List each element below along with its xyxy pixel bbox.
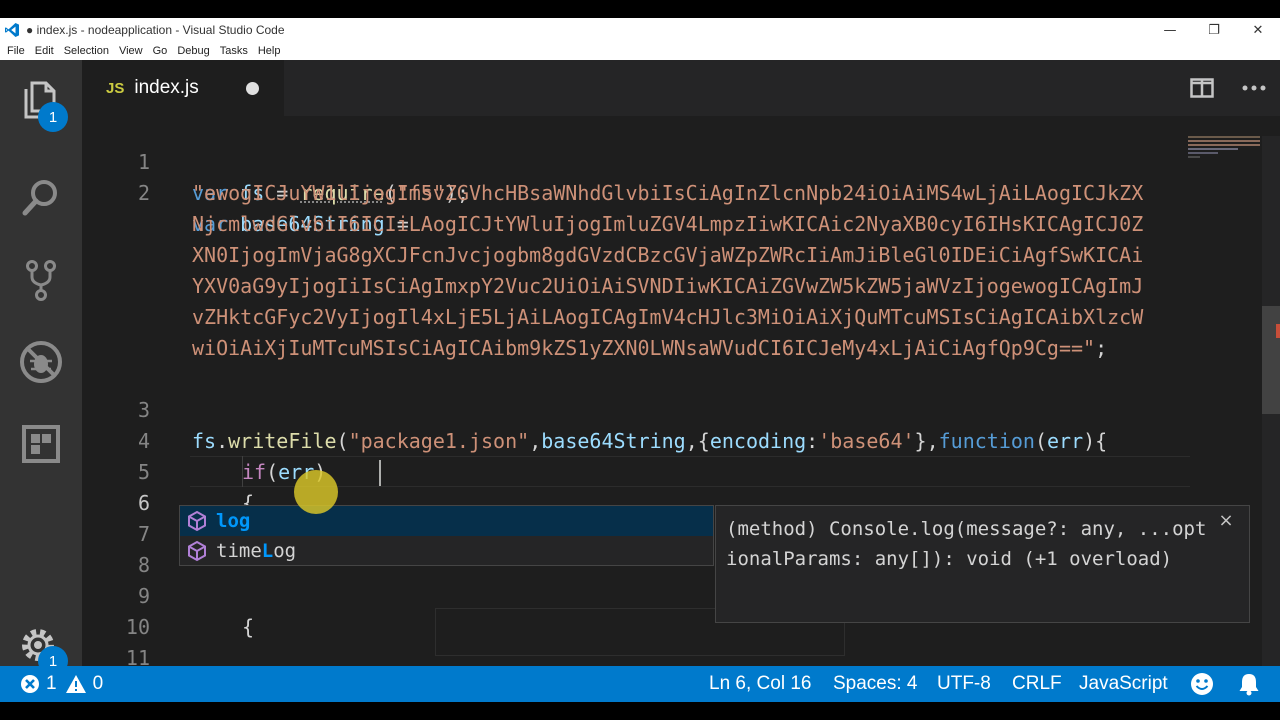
code-line-6: 6 console.l: [137, 491, 375, 546]
code-line-2: 2 var base64String =: [137, 181, 409, 236]
title-bar: ● index.js - nodeapplication - Visual St…: [0, 18, 1280, 42]
close-window-button[interactable]: ✕: [1236, 18, 1280, 42]
menu-file[interactable]: File: [2, 45, 30, 57]
error-marker: [1276, 324, 1280, 338]
suggestion-list[interactable]: log timeLog: [179, 505, 714, 566]
language-mode[interactable]: JavaScript: [1079, 666, 1168, 702]
menu-view[interactable]: View: [114, 45, 148, 57]
scrollbar-thumb[interactable]: [1262, 306, 1280, 414]
restore-button[interactable]: ❐: [1192, 18, 1236, 42]
search-icon: [22, 180, 57, 216]
warning-count: 0: [92, 673, 104, 694]
tab-label: index.js: [134, 77, 199, 98]
activity-search[interactable]: [0, 158, 82, 238]
bell-icon: [1239, 674, 1259, 696]
menu-go[interactable]: Go: [148, 45, 173, 57]
code-line-2-wrap: "ewogICJuYW1lIjogIm5vZGVhcHBsaWNhdGlvbiI…: [192, 181, 1144, 205]
unsaved-dot-icon[interactable]: [246, 82, 259, 95]
split-editor-button[interactable]: [1188, 74, 1216, 102]
menu-debug[interactable]: Debug: [172, 45, 214, 57]
status-bar: 1 0 Ln 6, Col 16 Spaces: 4 UTF-8 CRLF Ja…: [0, 666, 1280, 702]
activity-explorer[interactable]: 1: [0, 60, 82, 140]
notifications-button[interactable]: [1238, 666, 1260, 702]
menu-tasks[interactable]: Tasks: [215, 45, 253, 57]
cursor-position[interactable]: Ln 6, Col 16: [709, 666, 811, 702]
activity-extensions[interactable]: [0, 404, 82, 484]
activity-source-control[interactable]: [0, 240, 82, 320]
indentation[interactable]: Spaces: 4: [833, 666, 918, 702]
source-control-icon: [26, 260, 56, 301]
line-ending[interactable]: CRLF: [1012, 666, 1062, 702]
menu-selection[interactable]: Selection: [59, 45, 114, 57]
method-cube-icon: [188, 540, 206, 562]
tab-strip: JS index.js: [82, 60, 1280, 116]
minimize-button[interactable]: —: [1148, 18, 1192, 42]
ellipsis-icon: [1242, 85, 1266, 91]
window-title: ● index.js - nodeapplication - Visual St…: [26, 23, 285, 37]
code-line-2-wrap: YXV0aG9yIjogIiIsCiAgImxpY2Vuc2UiOiAiSVND…: [192, 274, 1144, 298]
js-file-icon: JS: [106, 79, 125, 97]
method-cube-icon: [188, 510, 206, 532]
warning-icon: [65, 675, 86, 693]
menu-help[interactable]: Help: [253, 45, 286, 57]
code-line-2-wrap: vZHktcGFyc2VyIjogIl4xLjE5LjAiLAogICAgImV…: [192, 305, 1144, 329]
code-line-2-wrap: NjcmlwdGlvbiI6ICIiLAogICJtYWluIjogImluZG…: [192, 212, 1144, 236]
activity-debug[interactable]: [0, 322, 82, 402]
code-line-1: 1 var fs = require("fs");: [137, 150, 469, 205]
extensions-icon: [22, 425, 60, 463]
tab-index-js[interactable]: JS index.js: [82, 60, 284, 116]
feedback-button[interactable]: [1190, 666, 1214, 702]
code-line-4: 4 if(err): [137, 429, 326, 484]
text-cursor: [379, 460, 381, 486]
close-details-icon[interactable]: ×: [1216, 510, 1236, 531]
problems-indicator[interactable]: 1 0: [20, 666, 103, 702]
suggestion-timelog[interactable]: timeLog: [180, 536, 713, 566]
code-line-5: 5 {: [137, 460, 255, 515]
suggestion-details: (method) Console.log(message?: any, ...o…: [715, 505, 1250, 623]
vscode-logo-icon: [5, 23, 19, 37]
smiley-icon: [1191, 673, 1213, 695]
activity-bar: 1 1: [0, 60, 82, 676]
debug-icon: [20, 341, 62, 383]
file-encoding[interactable]: UTF-8: [937, 666, 991, 702]
error-count: 1: [46, 673, 57, 694]
vscode-window: ● index.js - nodeapplication - Visual St…: [0, 18, 1280, 702]
code-line-3: 3 fs.writeFile("package1.json",base64Str…: [137, 398, 1108, 453]
code-line-2-wrap: wiOiAiXjIuMTcuMSIsCiAgICAibm9kZS1yZXN0LW…: [192, 336, 1108, 360]
menu-bar: File Edit Selection View Go Debug Tasks …: [0, 42, 1280, 60]
more-actions-button[interactable]: [1240, 74, 1268, 102]
menu-edit[interactable]: Edit: [30, 45, 59, 57]
error-icon: [21, 675, 39, 693]
code-line-2-wrap: XN0IjogImVjaG8gXCJFcnJvcjogbm8gdGVzdCBzc…: [192, 243, 1144, 267]
minimap[interactable]: [1188, 136, 1260, 166]
mouse-pointer-highlight: [294, 470, 338, 514]
explorer-badge: 1: [38, 102, 68, 132]
suggestion-log[interactable]: log: [180, 506, 713, 536]
split-editor-icon: [1190, 78, 1214, 98]
